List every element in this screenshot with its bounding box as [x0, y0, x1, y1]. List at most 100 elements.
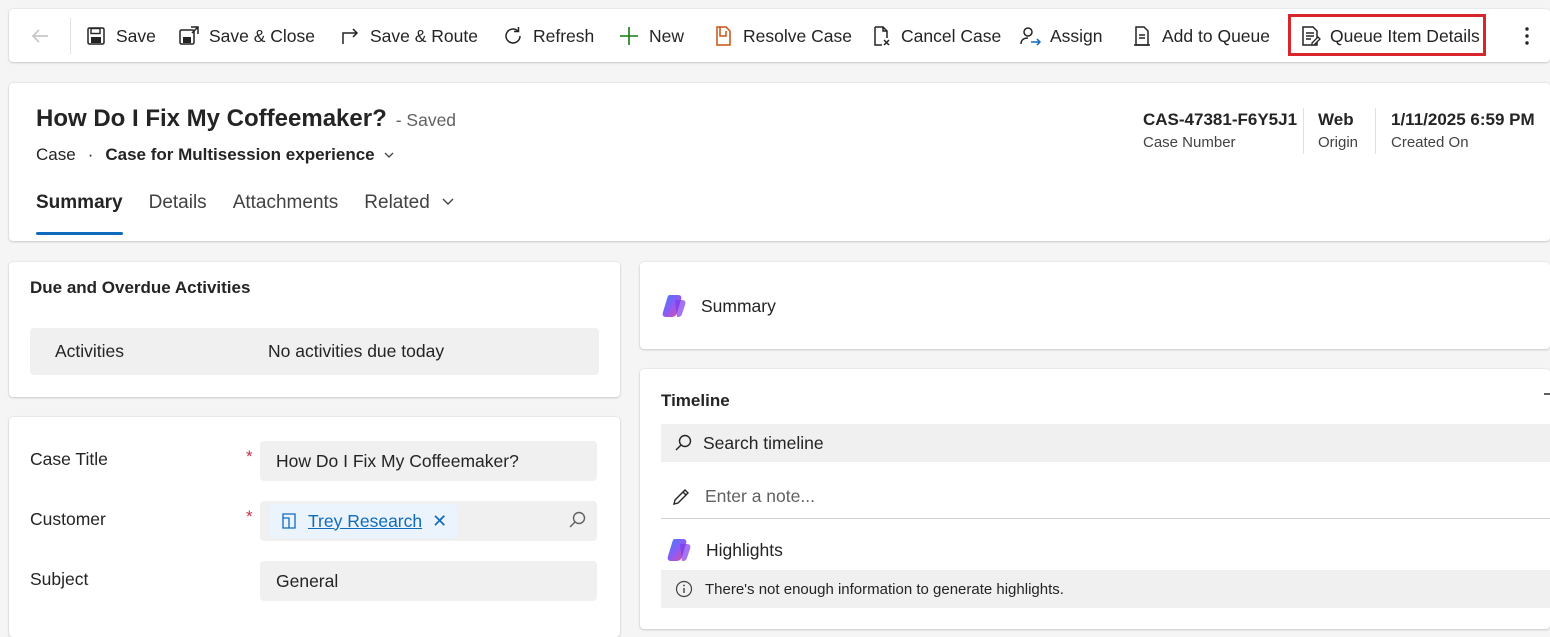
search-icon: [673, 433, 693, 453]
case-form-section: Case Title * How Do I Fix My Coffeemaker…: [9, 417, 620, 637]
add-to-queue-button[interactable]: Add to Queue: [1131, 18, 1270, 54]
timeline-card: Timeline Search timeline Enter a note...…: [640, 369, 1550, 629]
header-divider: [1303, 108, 1304, 154]
case-title-label: Case Title: [30, 449, 108, 469]
record-header: How Do I Fix My Coffeemaker? - Saved Cas…: [9, 83, 1550, 241]
section-title: Due and Overdue Activities: [30, 278, 251, 297]
command-separator: [70, 18, 71, 54]
refresh-button[interactable]: Refresh: [502, 18, 594, 54]
person-arrow-icon: [1019, 25, 1041, 47]
new-label: New: [649, 25, 685, 46]
copilot-icon: [666, 536, 694, 564]
save-close-label: Save & Close: [209, 25, 316, 46]
activities-section: Due and Overdue Activities Activities No…: [9, 262, 620, 397]
created-on-field: 1/11/2025 6:59 PM Created On: [1391, 110, 1535, 151]
timeline-search-placeholder: Search timeline: [703, 432, 824, 453]
save-close-icon: [178, 25, 200, 47]
entity-dot: ·: [87, 145, 94, 164]
queue-item-details-button[interactable]: Queue Item Details: [1299, 18, 1480, 54]
pencil-icon: [671, 487, 691, 507]
timeline-search-input[interactable]: Search timeline: [661, 424, 1550, 462]
info-icon: [675, 580, 693, 598]
route-arrow-icon: [339, 25, 361, 47]
required-mark: *: [246, 447, 253, 466]
entity-form-row: Case · Case for Multisession experience: [36, 145, 395, 165]
highlights-row[interactable]: Highlights: [666, 536, 783, 564]
entity-name: Case: [36, 145, 76, 164]
customer-row: Customer * Trey Research ✕: [30, 501, 600, 541]
origin-label: Origin: [1318, 134, 1359, 151]
queue-icon: [1131, 25, 1153, 47]
back-arrow-icon[interactable]: [27, 23, 53, 49]
customer-lookup[interactable]: Trey Research ✕: [260, 501, 597, 541]
note-placeholder: Enter a note...: [705, 486, 815, 506]
cancel-case-icon: [870, 25, 892, 47]
origin-value: Web: [1318, 110, 1354, 129]
case-title-input[interactable]: How Do I Fix My Coffeemaker?: [260, 441, 597, 481]
subject-label: Subject: [30, 569, 89, 589]
cancel-case-label: Cancel Case: [901, 25, 1002, 46]
timeline-more-indicator: [1544, 393, 1550, 395]
search-icon[interactable]: [567, 510, 587, 530]
copilot-summary-card[interactable]: Summary: [640, 262, 1550, 349]
resolve-case-button[interactable]: Resolve Case: [712, 18, 852, 54]
more-commands-icon[interactable]: [1514, 23, 1540, 49]
tab-attachments[interactable]: Attachments: [233, 189, 339, 234]
note-input[interactable]: Enter a note...: [661, 475, 1550, 519]
tab-related[interactable]: Related: [364, 189, 455, 234]
subject-row: Subject General: [30, 561, 600, 601]
save-close-button[interactable]: Save & Close: [178, 18, 315, 54]
case-number-value: CAS-47381-F6Y5J1: [1143, 110, 1298, 129]
case-title-row: Case Title * How Do I Fix My Coffeemaker…: [30, 441, 600, 481]
title-row: How Do I Fix My Coffeemaker? - Saved: [36, 105, 456, 133]
cancel-case-button[interactable]: Cancel Case: [870, 18, 1001, 54]
highlights-label: Highlights: [706, 539, 783, 560]
assign-label: Assign: [1050, 25, 1103, 46]
activities-value: No activities due today: [268, 341, 445, 361]
queue-item-details-label: Queue Item Details: [1330, 25, 1480, 46]
timeline-title: Timeline: [661, 391, 730, 410]
tab-details[interactable]: Details: [149, 189, 207, 234]
summary-row: Summary: [661, 292, 776, 320]
queue-item-details-icon: [1299, 25, 1321, 47]
created-on-label: Created On: [1391, 134, 1469, 151]
required-mark: *: [246, 507, 253, 526]
new-button[interactable]: New: [618, 18, 684, 54]
customer-link[interactable]: Trey Research: [308, 511, 422, 532]
chevron-down-icon: [441, 194, 455, 208]
command-bar: Save Save & Close Save & Route Refresh N…: [9, 9, 1550, 62]
tab-list: Summary Details Attachments Related: [36, 189, 481, 235]
highlights-info-bar: There's not enough information to genera…: [661, 570, 1550, 608]
activities-row: Activities No activities due today: [30, 328, 599, 375]
remove-customer-icon[interactable]: ✕: [432, 511, 447, 532]
add-to-queue-label: Add to Queue: [1162, 25, 1270, 46]
assign-button[interactable]: Assign: [1019, 18, 1103, 54]
saved-status: - Saved: [395, 110, 457, 130]
customer-label: Customer: [30, 509, 106, 529]
customer-chip: Trey Research ✕: [270, 504, 458, 538]
save-button[interactable]: Save: [85, 18, 156, 54]
chevron-down-icon[interactable]: [383, 149, 395, 161]
subject-input[interactable]: General: [260, 561, 597, 601]
save-icon: [85, 25, 107, 47]
save-label: Save: [116, 25, 156, 46]
case-number-label: Case Number: [1143, 134, 1236, 151]
summary-label: Summary: [701, 295, 776, 316]
refresh-label: Refresh: [533, 25, 595, 46]
account-icon: [280, 512, 298, 530]
save-route-label: Save & Route: [370, 25, 478, 46]
created-on-value: 1/11/2025 6:59 PM: [1391, 110, 1535, 129]
save-route-button[interactable]: Save & Route: [339, 18, 478, 54]
page-title: How Do I Fix My Coffeemaker?: [36, 105, 387, 132]
activities-label: Activities: [55, 341, 125, 361]
tab-summary[interactable]: Summary: [36, 189, 123, 235]
case-number-field: CAS-47381-F6Y5J1 Case Number: [1143, 110, 1297, 151]
origin-field: Web Origin: [1318, 110, 1358, 151]
refresh-icon: [502, 25, 524, 47]
tab-related-label: Related: [364, 192, 430, 213]
form-selector[interactable]: Case for Multisession experience: [105, 145, 374, 165]
plus-icon: [618, 25, 640, 47]
resolve-case-icon: [712, 25, 734, 47]
header-divider: [1375, 108, 1376, 154]
copilot-icon: [661, 292, 689, 320]
